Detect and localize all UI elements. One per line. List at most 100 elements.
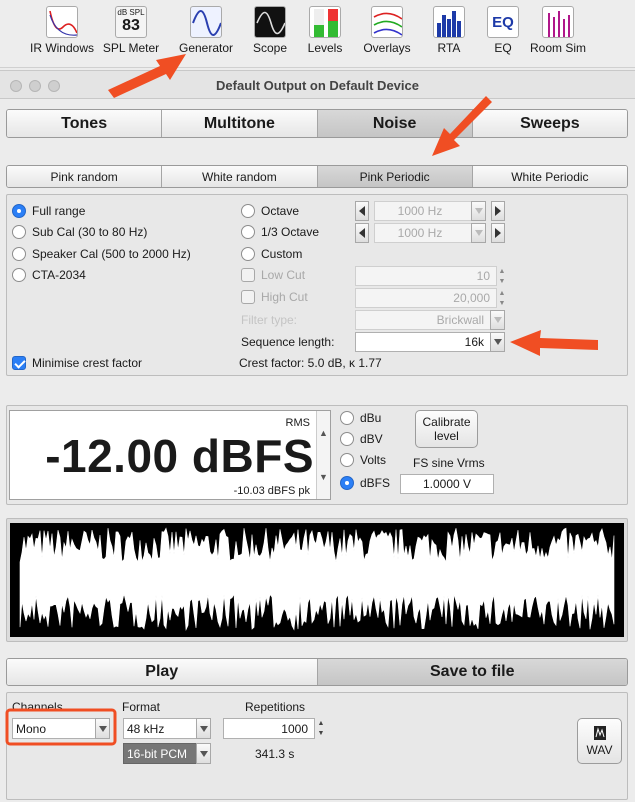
noise-type-tabs: Pink random White random Pink Periodic W…: [6, 165, 628, 188]
format-label: Format: [122, 700, 161, 714]
radio-third-octave[interactable]: 1/3 Octave: [241, 225, 319, 239]
waveform-display: [10, 523, 624, 637]
bit-depth-dropdown[interactable]: [196, 743, 211, 764]
radio-cta-2034[interactable]: CTA-2034: [12, 268, 86, 282]
filter-type-label: Filter type:: [241, 313, 298, 327]
octave-frequency-field[interactable]: 1000 Hz: [374, 201, 472, 221]
low-cut-stepper[interactable]: ▲ ▼: [497, 266, 507, 286]
high-cut-checkbox[interactable]: High Cut: [241, 290, 308, 304]
sample-rate-select[interactable]: 48 kHz: [123, 718, 197, 739]
spin-up-icon: ▲: [498, 289, 506, 297]
duration-readout: 341.3 s: [255, 747, 295, 761]
radio-indicator: [340, 453, 354, 467]
tab-tones[interactable]: Tones: [7, 110, 163, 137]
radio-unit-dbfs[interactable]: dBFS: [340, 476, 390, 490]
channels-label: Channels: [12, 700, 63, 714]
wav-file-icon: [593, 726, 606, 740]
generator-icon: [190, 6, 222, 38]
radio-unit-dbv[interactable]: dBV: [340, 432, 383, 446]
sequence-length-dropdown[interactable]: [490, 332, 505, 352]
high-cut-stepper[interactable]: ▲ ▼: [497, 288, 507, 308]
radio-full-range[interactable]: Full range: [12, 204, 85, 218]
filter-type-field[interactable]: Brickwall: [355, 310, 491, 330]
sequence-length-field[interactable]: 16k: [355, 332, 491, 352]
radio-indicator: [12, 204, 26, 218]
fs-sine-label: FS sine Vrms: [413, 456, 485, 470]
checkbox-box: [12, 356, 26, 370]
action-buttons: Play Save to file: [6, 658, 628, 686]
octave-prev-button[interactable]: [355, 201, 369, 221]
repetitions-field[interactable]: 1000: [223, 718, 315, 739]
channels-select[interactable]: Mono: [12, 718, 96, 739]
radio-unit-dbu[interactable]: dBu: [340, 411, 381, 425]
level-value: -12.00 dBFS: [45, 430, 314, 482]
toolbar-spl-meter[interactable]: dB SPL 83 SPL Meter: [97, 6, 165, 62]
window-title: Default Output on Default Device: [216, 78, 419, 93]
spin-down-icon: ▼: [498, 299, 506, 307]
spin-down-icon: ▼: [498, 277, 506, 285]
toolbar-ir-windows[interactable]: IR Windows: [28, 6, 96, 62]
checkbox-box: [241, 290, 255, 304]
low-cut-field[interactable]: 10: [355, 266, 497, 286]
toolbar-room-sim[interactable]: Room Sim: [524, 6, 592, 62]
toolbar-generator[interactable]: Generator: [172, 6, 240, 62]
rta-icon: [433, 6, 465, 38]
tab-pink-periodic[interactable]: Pink Periodic: [317, 166, 473, 187]
chevron-down-icon: [493, 339, 502, 345]
radio-indicator: [12, 247, 26, 261]
wav-export-button[interactable]: WAV: [577, 718, 622, 764]
calibrate-level-button[interactable]: Calibrate level: [415, 410, 478, 448]
app-toolbar: IR Windows dB SPL 83 SPL Meter Generator…: [0, 0, 635, 68]
main-tabs: Tones Multitone Noise Sweeps: [6, 109, 628, 138]
radio-sub-cal[interactable]: Sub Cal (30 to 80 Hz): [12, 225, 147, 239]
toolbar-overlays[interactable]: Overlays: [353, 6, 421, 62]
third-octave-prev-button[interactable]: [355, 223, 369, 243]
bit-depth-select[interactable]: 16-bit PCM: [123, 743, 197, 764]
radio-indicator: [340, 411, 354, 425]
radio-octave[interactable]: Octave: [241, 204, 299, 218]
radio-unit-volts[interactable]: Volts: [340, 453, 386, 467]
fs-sine-field[interactable]: 1.0000 V: [400, 474, 494, 494]
ir-windows-icon: [46, 6, 78, 38]
third-octave-frequency-field[interactable]: 1000 Hz: [374, 223, 472, 243]
tab-sweeps[interactable]: Sweeps: [472, 110, 627, 137]
octave-next-button[interactable]: [491, 201, 505, 221]
repetitions-label: Repetitions: [245, 700, 306, 714]
room-sim-icon: [542, 6, 574, 38]
minimise-crest-checkbox[interactable]: Minimise crest factor: [12, 356, 142, 370]
tab-white-periodic[interactable]: White Periodic: [472, 166, 627, 187]
peak-level: -10.03 dBFS pk: [233, 485, 310, 497]
checkbox-box: [241, 268, 255, 282]
level-stepper[interactable]: ▲ ▼: [316, 411, 330, 499]
octave-frequency-dropdown[interactable]: [471, 201, 486, 221]
spl-meter-icon: dB SPL 83: [115, 6, 147, 38]
sample-rate-dropdown[interactable]: [196, 718, 211, 739]
chevron-down-icon: [474, 230, 483, 236]
spin-up-icon: ▲: [317, 719, 325, 727]
chevron-down-icon: [199, 725, 208, 732]
channels-dropdown[interactable]: [95, 718, 110, 739]
third-octave-frequency-dropdown[interactable]: [471, 223, 486, 243]
radio-custom[interactable]: Custom: [241, 247, 302, 261]
high-cut-field[interactable]: 20,000: [355, 288, 497, 308]
filter-type-dropdown[interactable]: [490, 310, 505, 330]
repetitions-stepper[interactable]: ▲ ▼: [316, 718, 326, 739]
radio-indicator: [12, 225, 26, 239]
tab-multitone[interactable]: Multitone: [162, 110, 318, 137]
play-button[interactable]: Play: [7, 659, 318, 685]
low-cut-checkbox[interactable]: Low Cut: [241, 268, 305, 282]
output-panel: [6, 692, 628, 800]
radio-indicator: [241, 204, 255, 218]
sequence-length-label: Sequence length:: [241, 335, 335, 349]
radio-speaker-cal[interactable]: Speaker Cal (500 to 2000 Hz): [12, 247, 191, 261]
tab-white-random[interactable]: White random: [162, 166, 318, 187]
toolbar-levels[interactable]: Levels: [291, 6, 359, 62]
tab-pink-random[interactable]: Pink random: [7, 166, 163, 187]
third-octave-next-button[interactable]: [491, 223, 505, 243]
tab-noise[interactable]: Noise: [317, 110, 473, 137]
generator-window: Default Output on Default Device Tones M…: [0, 70, 635, 802]
arrow-left-icon: [359, 228, 365, 238]
radio-indicator: [340, 432, 354, 446]
spin-down-icon: ▼: [319, 472, 328, 482]
save-to-file-button[interactable]: Save to file: [317, 659, 627, 685]
